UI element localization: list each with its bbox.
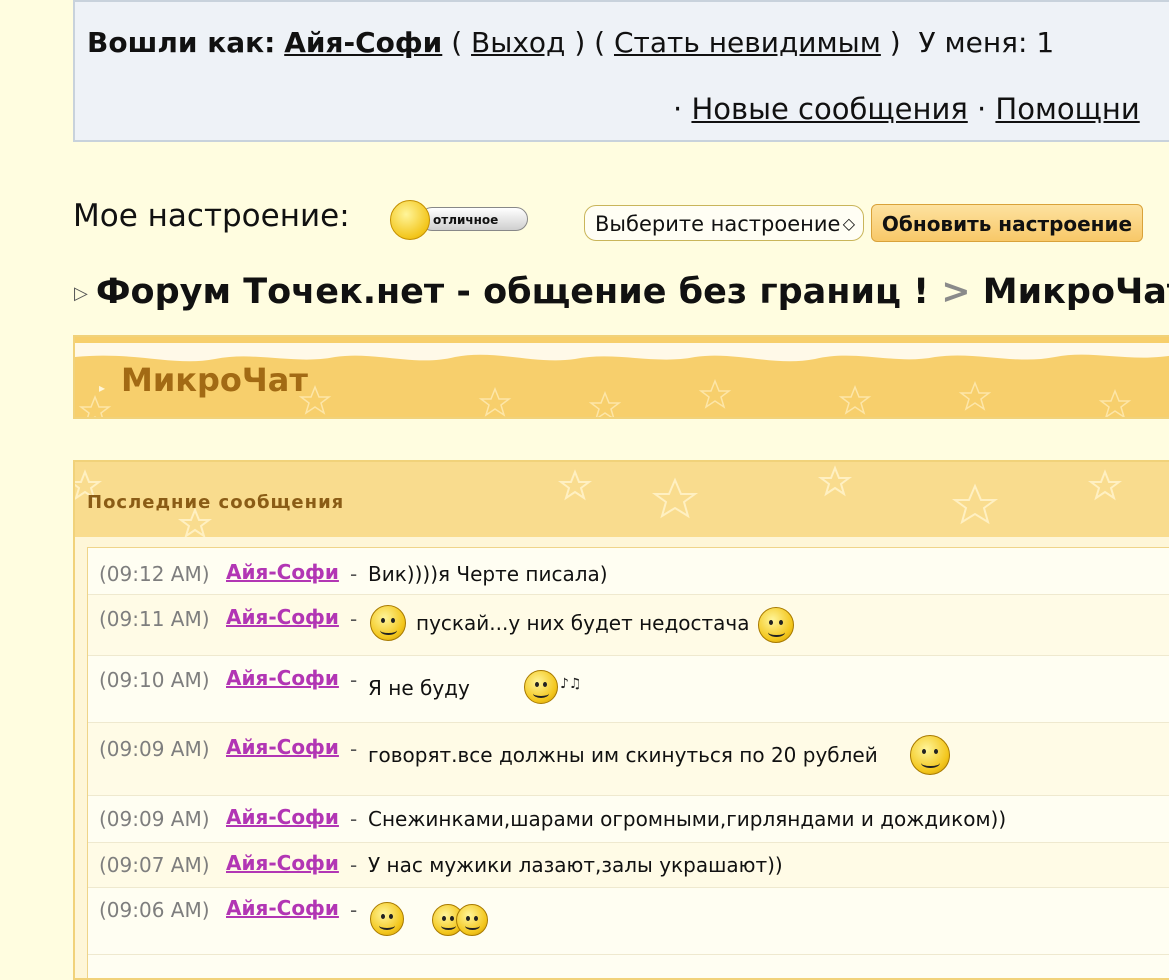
breadcrumb: ▷ Форум Точек.нет - общение без границ ! … (74, 272, 1169, 312)
paren-close-open: ) ( (574, 26, 606, 59)
message-dash: - (350, 853, 358, 877)
music-note-icon: ♪♫ (560, 676, 582, 692)
bullet: · (976, 92, 987, 126)
latest-messages-header: Последние сообщения (75, 462, 1169, 537)
message-text: пускай...у них будет недостача (416, 611, 750, 635)
happy-smiley-icon (390, 200, 430, 240)
bullet: · (673, 92, 683, 126)
message-time: (09:12 AM) (99, 562, 210, 586)
username-link[interactable]: Айя-Софи (284, 26, 442, 59)
my-counter-label: У меня: 1 (918, 26, 1055, 59)
whistling-smiley-icon (524, 670, 558, 704)
breadcrumb-separator: > (941, 272, 971, 312)
login-bar: Вошли как: Айя-Софи ( Выход ) ( Стать не… (73, 0, 1169, 142)
grin-smiley-icon (370, 902, 404, 936)
message-text: говорят.все должны им скинуться по 20 ру… (368, 743, 878, 767)
message-dash: - (350, 562, 358, 586)
chevron-updown-icon: ◇ (842, 214, 855, 233)
mood-label: Мое настроение: (73, 198, 350, 234)
message-time: (09:09 AM) (99, 737, 210, 761)
mood-select-value: Выберите настроение (595, 212, 841, 236)
messages-list: (09:12 AM) Айя-Софи - Вик))))я Черте пис… (87, 547, 1169, 978)
message-dash: - (350, 607, 358, 631)
message-row: (09:10 AM) Айя-Софи - Я не буду ♪♫ (88, 656, 1169, 723)
message-row: (09:06 AM) Айя-Софи - (88, 888, 1169, 955)
message-author-link[interactable]: Айя-Софи (226, 560, 339, 584)
paren-close: ) (889, 26, 901, 59)
message-dash: - (350, 737, 358, 761)
quick-links-row: · Новые сообщения · Помощни (673, 92, 1140, 126)
message-row: (09:11 AM) Айя-Софи - пускай...у них буд… (88, 595, 1169, 656)
latest-messages-panel: Последние сообщения (09:12 AM) Айя-Софи … (73, 460, 1169, 980)
helper-link[interactable]: Помощни (995, 92, 1139, 126)
message-time: (09:06 AM) (99, 898, 210, 922)
message-author-link[interactable]: Айя-Софи (226, 851, 339, 875)
grinning-girl-smiley-icon (910, 735, 950, 775)
message-dash: - (350, 898, 358, 922)
mood-badge-text: отличное (420, 207, 528, 231)
message-time: (09:09 AM) (99, 807, 210, 831)
message-author-link[interactable]: Айя-Софи (226, 805, 339, 829)
logged-in-label: Вошли как: (87, 26, 276, 59)
message-author-link[interactable]: Айя-Софи (226, 735, 339, 759)
message-time: (09:11 AM) (99, 607, 210, 631)
mood-select[interactable]: Выберите настроение ◇ (584, 205, 864, 241)
message-text: У нас мужики лазают,залы украшают)) (368, 853, 783, 877)
message-time: (09:07 AM) (99, 853, 210, 877)
message-dash: - (350, 668, 358, 692)
logout-link[interactable]: Выход (471, 26, 565, 59)
message-time: (09:10 AM) (99, 668, 210, 692)
triangle-right-icon: ▷ (74, 282, 88, 304)
message-text: Я не буду (368, 676, 470, 700)
section-title: МикроЧат (121, 361, 308, 399)
sleepy-smiley-icon (758, 607, 794, 643)
message-row: (09:12 AM) Айя-Софи - Вик))))я Черте пис… (88, 548, 1169, 595)
bullet-icon: ▸ (99, 381, 106, 395)
message-row: (09:09 AM) Айя-Софи - Снежинками,шарами … (88, 796, 1169, 843)
login-status-row: Вошли как: Айя-Софи ( Выход ) ( Стать не… (87, 26, 1054, 59)
message-author-link[interactable]: Айя-Софи (226, 896, 339, 920)
update-mood-button[interactable]: Обновить настроение (871, 204, 1143, 242)
message-author-link[interactable]: Айя-Софи (226, 666, 339, 690)
go-invisible-link[interactable]: Стать невидимым (614, 26, 881, 59)
latest-messages-label: Последние сообщения (87, 492, 345, 513)
new-messages-link[interactable]: Новые сообщения (691, 92, 967, 126)
breadcrumb-current: МикроЧат (982, 272, 1169, 312)
message-text: Снежинками,шарами огромными,гирляндами и… (368, 807, 1007, 831)
message-row: (09:09 AM) Айя-Софи - говорят.все должны… (88, 723, 1169, 796)
message-dash: - (350, 807, 358, 831)
paren-open: ( (451, 26, 463, 59)
mood-badge: отличное (390, 200, 530, 240)
message-author-link[interactable]: Айя-Софи (226, 605, 339, 629)
dizzy-smiley-icon (370, 605, 406, 641)
message-row: (09:07 AM) Айя-Софи - У нас мужики лазаю… (88, 843, 1169, 888)
microchat-header: ▸ МикроЧат (73, 335, 1169, 419)
message-text: Вик))))я Черте писала) (368, 562, 608, 586)
couple-smileys-icon (456, 904, 488, 936)
breadcrumb-forum-link[interactable]: Форум Точек.нет - общение без границ ! (96, 272, 929, 312)
